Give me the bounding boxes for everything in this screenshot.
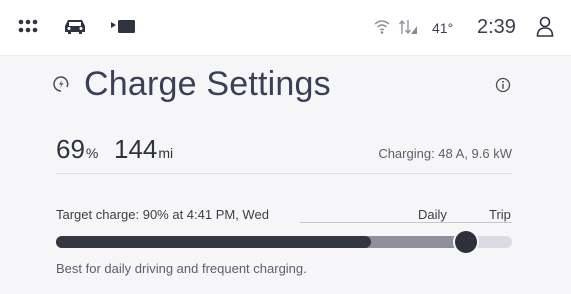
clock-time: 2:39 [477, 16, 516, 38]
signal-icon [399, 19, 417, 35]
range-value: 144 [114, 134, 158, 164]
charging-status: Charging: 48 A, 9.6 kW [378, 146, 512, 161]
temperature: 41° [432, 20, 454, 36]
target-charge-label: Target charge: 90% at 4:41 PM, Wed [56, 207, 269, 222]
target-charge-description: Best for daily driving and frequent char… [56, 261, 307, 276]
user-icon[interactable] [536, 16, 554, 38]
battery-percent-unit: % [85, 145, 99, 161]
car-icon[interactable] [63, 16, 87, 36]
status-bar: 41° 2:39 [0, 0, 571, 56]
range: 144mi [114, 134, 173, 168]
page-title: Charge Settings [84, 65, 331, 103]
section-divider [56, 173, 512, 174]
slider-thumb[interactable] [455, 231, 477, 253]
charging-plug-icon [53, 76, 69, 92]
battery-percent: 69% [56, 134, 98, 168]
media-icon[interactable] [110, 18, 136, 36]
preset-trip[interactable]: Trip [489, 207, 511, 222]
preset-scale-line [300, 222, 512, 223]
current-level-fill [56, 236, 371, 248]
wifi-icon [374, 20, 390, 34]
target-charge-slider[interactable] [56, 231, 512, 253]
range-unit: mi [158, 145, 174, 161]
apps-grid-icon[interactable] [18, 19, 38, 33]
battery-percent-value: 69 [56, 134, 85, 164]
preset-daily[interactable]: Daily [418, 207, 447, 222]
info-icon[interactable] [495, 77, 511, 93]
